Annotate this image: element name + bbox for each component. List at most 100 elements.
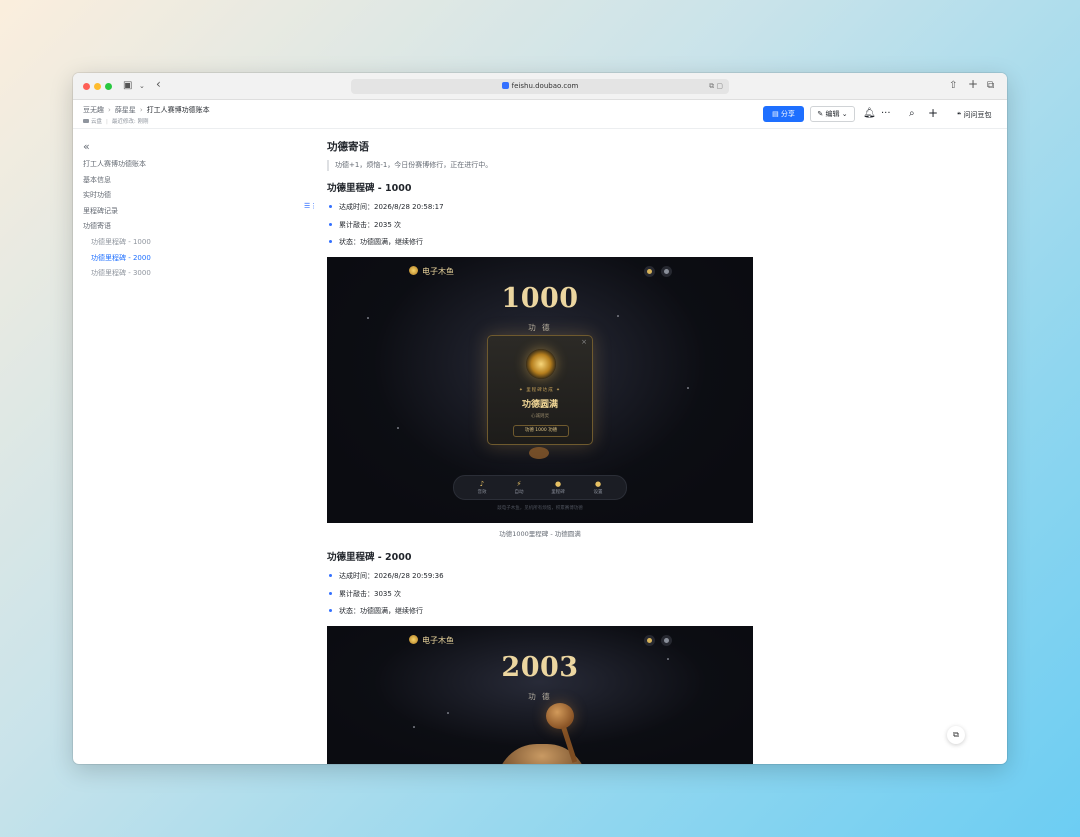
- breadcrumb: 豆无趣 › 薛星星 › 打工人赛博功德账本: [83, 105, 210, 115]
- mallet-head: [546, 703, 574, 729]
- bullet-dot: [329, 240, 332, 243]
- dock-sound: ♪ 音效: [467, 480, 497, 496]
- bullet-text: 达成时间：2026/8/28 20:58:17: [339, 203, 444, 211]
- merit-count: 1000: [501, 283, 579, 314]
- bullet-text: 累计敲击：2035 次: [339, 221, 402, 229]
- merit-count: 2003: [501, 652, 579, 683]
- edit-label: 编辑: [825, 110, 840, 118]
- game-brand: 电子木鱼: [409, 266, 454, 277]
- dock-auto: ⚡ 自动: [504, 480, 534, 496]
- minimize-window-button[interactable]: [94, 83, 101, 90]
- search-icon[interactable]: ⌕: [909, 107, 915, 121]
- add-icon[interactable]: +: [928, 106, 938, 120]
- zoom-window-button[interactable]: [105, 83, 112, 90]
- milestone-heading[interactable]: 功德里程碑 - 1000: [327, 183, 412, 195]
- outline-sidebar: « 打工人赛博功德账本 基本信息 实时功德 里程碑记录 功德寄语 功德里程碑 -…: [83, 141, 203, 282]
- wooden-fish-base: [529, 447, 549, 459]
- edit-mode-button[interactable]: ✎ 编辑 ⌄: [810, 106, 855, 122]
- bullet-item[interactable]: 状态：功德圆满，继续修行: [327, 606, 423, 616]
- game-brand: 电子木鱼: [409, 635, 454, 646]
- flame-icon: ●: [554, 480, 562, 488]
- chevron-down-icon: ⌄: [839, 110, 848, 118]
- collapse-outline-icon[interactable]: «: [83, 141, 203, 153]
- share-page-icon[interactable]: ⇧: [949, 79, 957, 93]
- game-dock: ♪ 音效 ⚡ 自动 ● 里程碑 ● 设置: [453, 475, 627, 500]
- breadcrumb-item[interactable]: 豆无趣: [83, 106, 104, 114]
- breadcrumb-separator: ›: [108, 106, 111, 114]
- coin-button-icon: [644, 266, 655, 277]
- screenshot-image-1000[interactable]: 电子木鱼 1000 功 德 × ✦ 里程碑达成 ✦ 功德圆满 心诚则灵 功德 1…: [327, 257, 753, 523]
- modal-button: 功德 1000 功德: [513, 425, 569, 437]
- outline-item[interactable]: 功德寄语: [83, 219, 203, 235]
- back-icon[interactable]: ‹: [156, 77, 161, 91]
- modal-title: 功德圆满: [521, 400, 558, 410]
- dock-milestone: ● 里程碑: [543, 480, 573, 496]
- medal-icon: [526, 349, 556, 379]
- tab-overview-icon[interactable]: ⧉: [987, 79, 994, 93]
- bell-icon[interactable]: 🔔︎: [863, 107, 876, 121]
- dock-settings: ● 设置: [583, 480, 613, 496]
- image-caption[interactable]: 功德1000里程碑 - 功德圆满: [327, 528, 753, 538]
- bullet-dot: [329, 592, 332, 595]
- extension-icons[interactable]: ⧉ ▢: [709, 79, 723, 94]
- ask-label: 问问豆包: [963, 111, 992, 119]
- star-dot: [617, 315, 619, 317]
- breadcrumb-item[interactable]: 薛星星: [115, 106, 136, 114]
- settings-button-icon: [661, 266, 672, 277]
- chevron-down-icon[interactable]: ⌄: [139, 79, 145, 93]
- bullet-item[interactable]: 达成时间：2026/8/28 20:59:36: [327, 571, 444, 581]
- bullet-text: 状态：功德圆满，继续修行: [339, 607, 423, 615]
- doc-location[interactable]: 云盘: [91, 119, 102, 125]
- dock-label: 里程碑: [551, 490, 565, 495]
- ask-doubao-button[interactable]: ❝ 问问豆包: [957, 110, 992, 120]
- coin-icon: ●: [594, 480, 602, 488]
- dock-label: 自动: [514, 490, 524, 495]
- bullet-item[interactable]: 达成时间：2026/8/28 20:58:17: [327, 202, 444, 212]
- star-dot: [447, 712, 449, 714]
- game-app-name: 电子木鱼: [422, 636, 454, 645]
- outline-item[interactable]: 里程碑记录: [83, 204, 203, 220]
- outline-item[interactable]: 基本信息: [83, 173, 203, 189]
- bullet-dot: [329, 574, 332, 577]
- star-dot: [367, 317, 369, 319]
- doc-icon: ▤: [772, 110, 781, 118]
- wooden-fish-icon: [409, 635, 418, 644]
- address-bar[interactable]: feishu.doubao.com ⧉ ▢: [351, 79, 729, 94]
- game-footer: 敲电子木鱼，见机所有烦恼，积累赛博功德: [497, 506, 583, 511]
- bullet-item[interactable]: 累计敲击：3035 次: [327, 589, 401, 599]
- bullet-item[interactable]: 累计敲击：2035 次: [327, 220, 401, 230]
- music-icon: ♪: [479, 480, 485, 488]
- sidebar-toggle-icon[interactable]: ▣: [123, 79, 132, 93]
- bullet-dot: [329, 609, 332, 612]
- outline-subitem[interactable]: 功德里程碑 - 3000: [83, 266, 203, 282]
- block-handle-icon[interactable]: ☰⋮: [304, 202, 317, 210]
- milestone-modal: × ✦ 里程碑达成 ✦ 功德圆满 心诚则灵 功德 1000 功德: [487, 335, 593, 445]
- coin-button-icon: [644, 635, 655, 646]
- share-button[interactable]: ▤ 分享: [763, 106, 804, 122]
- bullet-item[interactable]: 状态：功德圆满，继续修行: [327, 237, 423, 247]
- browser-toolbar: ▣ ⌄ ‹ feishu.doubao.com ⧉ ▢ ⇧ + ⧉: [73, 73, 1007, 100]
- bullet-dot: [329, 223, 332, 226]
- more-icon[interactable]: ···: [881, 107, 891, 121]
- outline-subitem[interactable]: 功德里程碑 - 1000: [83, 235, 203, 251]
- folder-icon: [83, 119, 89, 123]
- section-heading[interactable]: 功德寄语: [327, 141, 753, 154]
- close-window-button[interactable]: [83, 83, 90, 90]
- share-label: 分享: [780, 110, 795, 118]
- screenshot-image-2000[interactable]: 电子木鱼 2003 功 德: [327, 626, 753, 764]
- doc-meta: 云盘 | 最近修改: 刚刚: [83, 117, 148, 125]
- wooden-fish-icon: [409, 266, 418, 275]
- bullet-text: 状态：功德圆满，继续修行: [339, 238, 423, 246]
- star-dot: [687, 387, 689, 389]
- outline-subitem-active[interactable]: 功德里程碑 - 2000: [83, 251, 203, 267]
- new-tab-icon[interactable]: +: [968, 77, 978, 91]
- breadcrumb-separator: ›: [139, 106, 143, 114]
- dock-label: 设置: [593, 490, 603, 495]
- floating-help-icon[interactable]: ⧉: [947, 726, 965, 744]
- quote-block[interactable]: 功德+1，烦恼-1，今日份赛博修行，正在进行中。: [327, 160, 753, 171]
- breadcrumb-current[interactable]: 打工人赛博功德账本: [147, 106, 210, 114]
- outline-item[interactable]: 实时功德: [83, 188, 203, 204]
- milestone-heading[interactable]: 功德里程碑 - 2000: [327, 552, 412, 564]
- dock-label: 音效: [477, 490, 487, 495]
- outline-item[interactable]: 打工人赛博功德账本: [83, 157, 203, 173]
